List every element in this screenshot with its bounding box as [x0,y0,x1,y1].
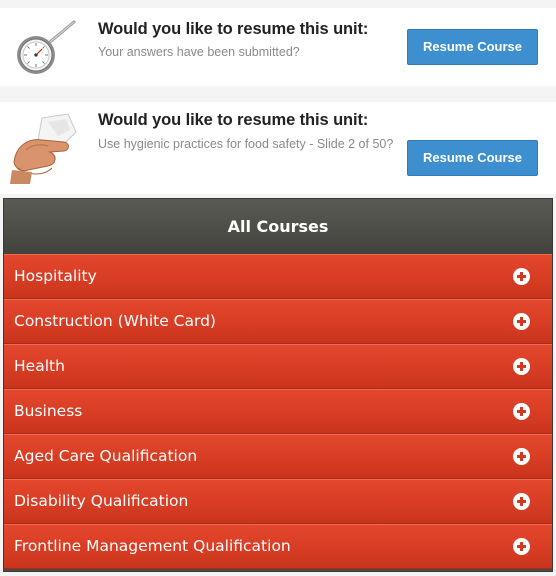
resume-card-1: Would you like to resume this unit: Your… [0,8,556,86]
course-item-label: Aged Care Qualification [14,447,198,465]
all-courses-header: All Courses [4,199,552,254]
course-item-label: Disability Qualification [14,492,189,510]
course-item-hospitality[interactable]: Hospitality [4,254,552,299]
resume-subtitle: Use hygienic practices for food safety -… [98,137,394,151]
course-item-label: Frontline Management Qualification [14,537,291,555]
resume-course-button[interactable]: Resume Course [407,140,538,176]
course-item-label: Hospitality [14,267,97,285]
course-item-construction[interactable]: Construction (White Card) [4,299,552,344]
plus-circle-icon[interactable] [513,268,530,285]
course-item-health[interactable]: Health [4,344,552,389]
hands-washing-image [8,110,84,186]
course-item-business[interactable]: Business [4,389,552,434]
resume-title: Would you like to resume this unit: [98,111,369,129]
course-item-label: Construction (White Card) [14,312,216,330]
course-item-frontline-management[interactable]: Frontline Management Qualification [4,524,552,569]
course-item-aged-care[interactable]: Aged Care Qualification [4,434,552,479]
resume-course-button[interactable]: Resume Course [407,29,538,65]
plus-circle-icon[interactable] [513,493,530,510]
course-item-label: Health [14,357,65,375]
plus-circle-icon[interactable] [513,538,530,555]
resume-subtitle: Your answers have been submitted? [98,45,300,59]
resume-card-2: Would you like to resume this unit: Use … [0,102,556,194]
course-item-disability[interactable]: Disability Qualification [4,479,552,524]
plus-circle-icon[interactable] [513,313,530,330]
plus-circle-icon[interactable] [513,448,530,465]
all-courses-panel: All Courses Hospitality Construction (Wh… [3,198,553,572]
plus-circle-icon[interactable] [513,358,530,375]
thermometer-image [8,12,84,88]
course-item-label: Business [14,402,83,420]
resume-title: Would you like to resume this unit: [98,20,369,38]
plus-circle-icon[interactable] [513,403,530,420]
